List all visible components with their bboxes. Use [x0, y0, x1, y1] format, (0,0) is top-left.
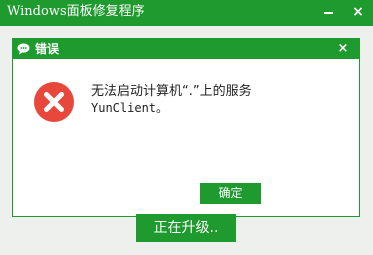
- main-window-title: Windows面板修复程序: [7, 4, 145, 19]
- dialog-title: 错误: [35, 42, 60, 56]
- main-window: Windows面板修复程序 × 错误 × 无法启动计算机“.”上的服务 YunC…: [0, 0, 373, 255]
- error-message-line1: 无法启动计算机“.”上的服务: [91, 84, 252, 99]
- error-message-line2: YunClient。: [91, 101, 169, 115]
- error-x-icon: [34, 82, 74, 122]
- main-close-button[interactable]: ×: [343, 0, 373, 26]
- dialog-titlebar[interactable]: 错误 ×: [13, 39, 359, 59]
- error-dialog: 错误 × 无法启动计算机“.”上的服务 YunClient。 确定: [12, 38, 360, 217]
- ok-button[interactable]: 确定: [200, 183, 261, 204]
- main-titlebar[interactable]: Windows面板修复程序 ×: [0, 0, 373, 26]
- upgrade-status: 正在升级..: [136, 214, 236, 242]
- minimize-button[interactable]: [313, 0, 343, 26]
- minimize-icon: [324, 12, 333, 14]
- dialog-close-button[interactable]: ×: [333, 41, 353, 57]
- close-icon: ×: [352, 4, 364, 20]
- chat-bubble-icon: [17, 43, 30, 55]
- error-message: 无法启动计算机“.”上的服务 YunClient。: [91, 83, 341, 117]
